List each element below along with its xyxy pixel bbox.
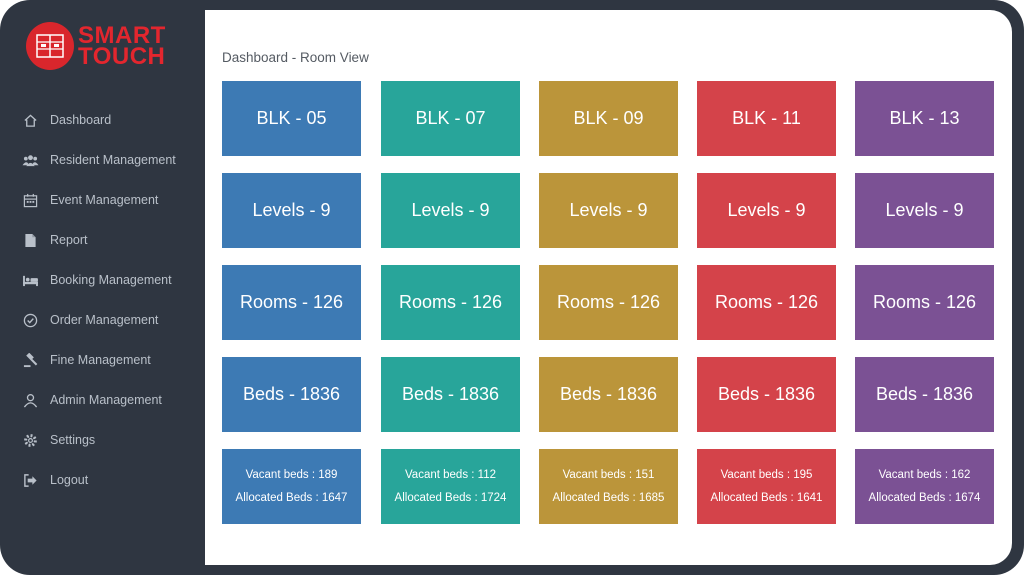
sidebar-item-logout[interactable]: Logout [0,460,205,500]
beds-label: Beds - 1836 [401,384,500,404]
occupancy-tile[interactable]: Vacant beds : 151 Allocated Beds : 1685 [539,449,678,524]
sidebar-item-label: Booking Management [50,273,172,287]
sidebar-item-settings[interactable]: Settings [0,420,205,460]
sidebar-item-label: Event Management [50,193,159,207]
levels-tile[interactable]: Levels - 9 [855,173,994,248]
rooms-tile[interactable]: Rooms - 126 [222,265,361,340]
rooms-tile[interactable]: Rooms - 126 [381,265,520,340]
occupancy-tile[interactable]: Vacant beds : 189 Allocated Beds : 1647 [222,449,361,524]
sidebar-item-label: Settings [50,433,96,447]
occupancy-stats: Vacant beds : 189 Allocated Beds : 1647 [236,464,348,510]
allocated-beds: Allocated Beds : 1641 [710,491,823,504]
occupancy-tile[interactable]: Vacant beds : 112 Allocated Beds : 1724 [381,449,520,524]
sidebar-item-label: Resident Management [50,153,176,167]
sidebar-item-dashboard[interactable]: Dashboard [0,100,205,140]
allocated-beds: Allocated Beds : 1724 [394,491,507,504]
rooms-label: Rooms - 126 [556,292,661,312]
levels-tile[interactable]: Levels - 9 [381,173,520,248]
levels-label: Levels - 9 [569,200,648,220]
sidebar-nav: Dashboard Resident Management Event Mana… [0,100,205,500]
levels-label: Levels - 9 [727,200,806,220]
beds-tile[interactable]: Beds - 1836 [381,357,520,432]
users-icon [22,152,39,169]
levels-tile[interactable]: Levels - 9 [222,173,361,248]
sidebar-item-label: Logout [50,473,89,487]
sidebar-item-fine-management[interactable]: Fine Management [0,340,205,380]
check-circle-icon [22,312,39,329]
sidebar-item-report[interactable]: Report [0,220,205,260]
bed-icon [22,272,39,289]
block-tile[interactable]: BLK - 09 [539,81,678,156]
sidebar-item-event-management[interactable]: Event Management [0,180,205,220]
sidebar-item-label: Fine Management [50,353,151,367]
block-label: BLK - 05 [256,108,327,128]
sidebar-item-resident-management[interactable]: Resident Management [0,140,205,180]
brand-line-2: TOUCH [78,43,166,70]
beds-tile[interactable]: Beds - 1836 [539,357,678,432]
beds-tile[interactable]: Beds - 1836 [855,357,994,432]
block-tile[interactable]: BLK - 11 [697,81,836,156]
user-icon [22,392,39,409]
logo-emblem-icon [26,22,74,70]
sidebar-item-label: Report [50,233,88,247]
home-icon [22,112,39,129]
beds-tile[interactable]: Beds - 1836 [697,357,836,432]
vacant-beds: Vacant beds : 151 [562,468,655,481]
document-icon [22,232,39,249]
sidebar-item-booking-management[interactable]: Booking Management [0,260,205,300]
allocated-beds: Allocated Beds : 1685 [552,491,665,504]
brand-name: SMART TOUCH [78,24,166,70]
app-frame: SMART TOUCH Dashboard Resident Managemen… [0,0,1024,575]
beds-label: Beds - 1836 [559,384,658,404]
sidebar-item-admin-management[interactable]: Admin Management [0,380,205,420]
vacant-beds: Vacant beds : 112 [404,468,496,481]
beds-tile[interactable]: Beds - 1836 [222,357,361,432]
main-content: Dashboard - Room View BLK - 05 BLK - 07 … [205,10,1012,565]
block-tile[interactable]: BLK - 13 [855,81,994,156]
occupancy-stats: Vacant beds : 162 Allocated Beds : 1674 [869,464,981,510]
sidebar-item-label: Admin Management [50,393,162,407]
calendar-icon [22,192,39,209]
block-tile[interactable]: BLK - 07 [381,81,520,156]
brand-logo[interactable]: SMART TOUCH [26,22,166,70]
sidebar-item-label: Dashboard [50,113,112,127]
vacant-beds: Vacant beds : 189 [245,468,338,481]
rooms-label: Rooms - 126 [872,292,977,312]
beds-label: Beds - 1836 [717,384,816,404]
vacant-beds: Vacant beds : 195 [720,468,813,481]
block-tile[interactable]: BLK - 05 [222,81,361,156]
logout-icon [22,472,39,489]
occupancy-stats: Vacant beds : 151 Allocated Beds : 1685 [553,464,665,510]
allocated-beds: Allocated Beds : 1674 [868,491,981,504]
levels-label: Levels - 9 [252,200,331,220]
block-label: BLK - 07 [415,108,486,128]
beds-label: Beds - 1836 [242,384,341,404]
levels-label: Levels - 9 [411,200,490,220]
occupancy-stats: Vacant beds : 195 Allocated Beds : 1641 [711,464,823,510]
page-title: Dashboard - Room View [222,50,369,65]
beds-label: Beds - 1836 [875,384,974,404]
block-label: BLK - 11 [732,108,801,128]
rooms-tile[interactable]: Rooms - 126 [539,265,678,340]
levels-tile[interactable]: Levels - 9 [539,173,678,248]
block-label: BLK - 13 [889,108,960,128]
rooms-tile[interactable]: Rooms - 126 [855,265,994,340]
levels-tile[interactable]: Levels - 9 [697,173,836,248]
levels-label: Levels - 9 [885,200,964,220]
rooms-tile[interactable]: Rooms - 126 [697,265,836,340]
sidebar-item-label: Order Management [50,313,159,327]
rooms-label: Rooms - 126 [398,292,503,312]
sidebar-item-order-management[interactable]: Order Management [0,300,205,340]
occupancy-tile[interactable]: Vacant beds : 162 Allocated Beds : 1674 [855,449,994,524]
occupancy-tile[interactable]: Vacant beds : 195 Allocated Beds : 1641 [697,449,836,524]
gear-icon [22,432,39,449]
sidebar: SMART TOUCH Dashboard Resident Managemen… [0,0,205,575]
occupancy-stats: Vacant beds : 112 Allocated Beds : 1724 [395,464,507,510]
vacant-beds: Vacant beds : 162 [878,468,971,481]
gavel-icon [22,352,39,369]
block-label: BLK - 09 [573,108,644,128]
rooms-label: Rooms - 126 [239,292,344,312]
rooms-label: Rooms - 126 [714,292,819,312]
allocated-beds: Allocated Beds : 1647 [235,491,348,504]
